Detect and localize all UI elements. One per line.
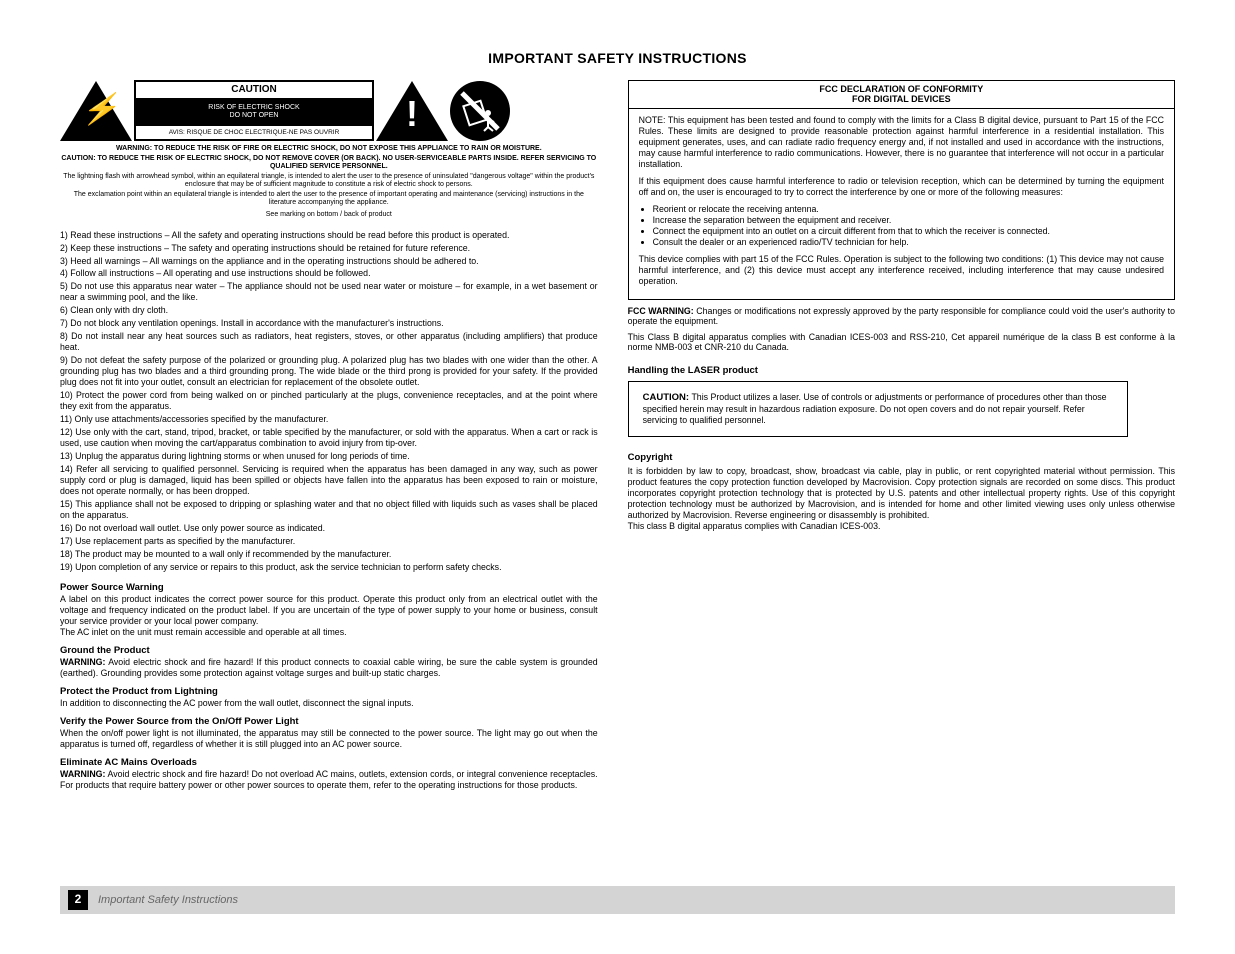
instruction-item: 16) Do not overload wall outlet. Use onl… [60, 523, 598, 534]
instruction-item: 5) Do not use this apparatus near water … [60, 281, 598, 303]
no-tipover-icon [450, 81, 510, 141]
fcc-bullet: Connect the equipment into an outlet on … [653, 226, 1164, 237]
fcc-foot-warning: FCC WARNING: Changes or modifications no… [628, 306, 1175, 326]
lightning-body: In addition to disconnecting the AC powe… [60, 698, 598, 709]
power-source-heading: Power Source Warning [60, 583, 598, 594]
ground-warn-label: WARNING: [60, 657, 105, 667]
fcc-bullet: Consult the dealer or an experienced rad… [653, 237, 1164, 248]
footer-bar: 2 Important Safety Instructions [60, 886, 1175, 914]
instruction-item: 17) Use replacement parts as specified b… [60, 536, 598, 547]
fcc-body: NOTE: This equipment has been tested and… [629, 109, 1174, 299]
power-source-body: A label on this product indicates the co… [60, 594, 598, 638]
instruction-item: 7) Do not block any ventilation openings… [60, 318, 598, 329]
copyright-body: It is forbidden by law to copy, broadcas… [628, 466, 1175, 532]
instruction-item: 12) Use only with the cart, stand, tripo… [60, 427, 598, 449]
fcc-p2: If this equipment does cause harmful int… [639, 176, 1164, 198]
instruction-item: 15) This appliance shall not be exposed … [60, 499, 598, 521]
fcc-p3: This device complies with part 15 of the… [639, 254, 1164, 287]
caution-block-line: CAUTION: TO REDUCE THE RISK OF ELECTRIC … [60, 155, 598, 171]
laser-box: CAUTION: This Product utilizes a laser. … [628, 381, 1128, 437]
instruction-item: 18) The product may be mounted to a wall… [60, 549, 598, 560]
laser-label: CAUTION: [643, 392, 689, 403]
instruction-item: 10) Protect the power cord from being wa… [60, 390, 598, 412]
instruction-item: 4) Follow all instructions – All operati… [60, 268, 598, 279]
lightning-heading: Protect the Product from Lightning [60, 687, 598, 698]
fcc-bullet: Reorient or relocate the receiving anten… [653, 204, 1164, 215]
instruction-item: 8) Do not install near any heat sources … [60, 331, 598, 353]
laser-heading: Handling the LASER product [628, 366, 1175, 377]
warning-strip: ⚡ CAUTION RISK OF ELECTRIC SHOCK DO NOT … [60, 80, 598, 141]
caution-top: CAUTION [136, 82, 372, 98]
instruction-item: 3) Heed all warnings – All warnings on t… [60, 256, 598, 267]
page-title: IMPORTANT SAFETY INSTRUCTIONS [60, 50, 1175, 66]
caution-bot: AVIS: RISQUE DE CHOC ELECTRIQUE-NE PAS O… [136, 126, 372, 139]
instruction-item: 19) Upon completion of any service or re… [60, 562, 598, 573]
instruction-item: 6) Clean only with dry cloth. [60, 305, 598, 316]
bolt-triangle-desc: The lightning flash with arrowhead symbo… [60, 173, 598, 189]
instruction-item: 11) Only use attachments/accessories spe… [60, 414, 598, 425]
instruction-list: 1) Read these instructions – All the saf… [60, 230, 598, 574]
mains-body: When the on/off power light is not illum… [60, 728, 598, 750]
fcc-canada: This Class B digital apparatus complies … [628, 332, 1175, 352]
fcc-box: FCC DECLARATION OF CONFORMITYFOR DIGITAL… [628, 80, 1175, 299]
instruction-item: 14) Refer all servicing to qualified per… [60, 464, 598, 497]
instruction-item: 13) Unplug the apparatus during lightnin… [60, 451, 598, 462]
caution-mid: RISK OF ELECTRIC SHOCK DO NOT OPEN [136, 98, 372, 126]
copyright-heading: Copyright [628, 453, 1175, 464]
instruction-item: 1) Read these instructions – All the saf… [60, 230, 598, 241]
see-marking: See marking on bottom / back of product [60, 211, 598, 219]
page-number: 2 [68, 890, 88, 910]
exclaim-triangle-icon: ! [376, 81, 448, 141]
footer-label: Important Safety Instructions [98, 894, 238, 907]
ground-heading: Ground the Product [60, 646, 598, 657]
instruction-item: 9) Do not defeat the safety purpose of t… [60, 355, 598, 388]
instruction-item: 2) Keep these instructions – The safety … [60, 243, 598, 254]
overload-warn-body: Avoid electric shock and fire hazard! Do… [60, 769, 598, 790]
mains-heading: Verify the Power Source from the On/Off … [60, 717, 598, 728]
laser-body: This Product utilizes a laser. Use of co… [643, 392, 1107, 425]
warning-line: WARNING: TO REDUCE THE RISK OF FIRE OR E… [60, 145, 598, 153]
fcc-header: FCC DECLARATION OF CONFORMITYFOR DIGITAL… [629, 81, 1174, 109]
fcc-bullets: Reorient or relocate the receiving anten… [639, 204, 1164, 248]
overload-warn-label: WARNING: [60, 769, 105, 779]
exclaim-triangle-desc: The exclamation point within an equilate… [60, 191, 598, 207]
caution-box: CAUTION RISK OF ELECTRIC SHOCK DO NOT OP… [134, 80, 374, 141]
fcc-bullet: Increase the separation between the equi… [653, 215, 1164, 226]
ground-warn-body: Avoid electric shock and fire hazard! If… [60, 657, 598, 678]
fcc-p1: NOTE: This equipment has been tested and… [639, 115, 1164, 170]
bolt-triangle-icon: ⚡ [60, 81, 132, 141]
overload-heading: Eliminate AC Mains Overloads [60, 758, 598, 769]
